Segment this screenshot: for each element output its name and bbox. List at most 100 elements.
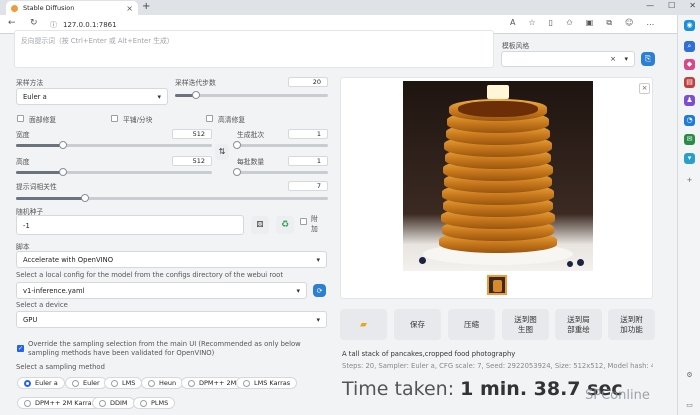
- negative-prompt-input[interactable]: 反向提示词（按 Ctrl+Enter 或 Alt+Enter 生成）: [14, 30, 494, 68]
- shopping-icon[interactable]: ◆: [684, 59, 695, 70]
- minimize-icon[interactable]: —: [646, 1, 654, 10]
- hires-checkbox[interactable]: [206, 115, 213, 122]
- sampler-label: 采样方法: [16, 79, 44, 87]
- microsoft365-icon[interactable]: ◔: [684, 115, 695, 126]
- cfg-slider[interactable]: [16, 194, 328, 202]
- extra-seed-checkbox[interactable]: [300, 218, 307, 225]
- search-icon[interactable]: ⌕: [684, 41, 695, 52]
- info-icon[interactable]: ⓘ: [50, 20, 57, 30]
- favorites-icon[interactable]: ✩: [566, 18, 573, 28]
- drop-icon[interactable]: ▾: [684, 153, 695, 164]
- tab-title: Stable Diffusion: [23, 4, 75, 12]
- thumbnail[interactable]: [487, 275, 507, 295]
- chevron-down-icon: ▾: [624, 55, 628, 63]
- script-value: Accelerate with OpenVINO: [23, 255, 114, 264]
- tiling-label: 平铺/分块: [123, 116, 153, 124]
- seed-value: -1: [23, 222, 30, 230]
- batch-count-label: 生成批次: [237, 131, 265, 139]
- toolbar-icons: A ☆ ▯ ✩ ▣ ⧉ ☺ …: [510, 18, 654, 28]
- sidebar-settings-icon[interactable]: ⚙: [684, 370, 695, 381]
- save-button[interactable]: 保存: [394, 309, 441, 340]
- refresh-config-button[interactable]: ⟳: [313, 284, 326, 297]
- tiling-checkbox[interactable]: [111, 115, 118, 122]
- method-option[interactable]: Euler: [65, 377, 107, 389]
- reload-icon[interactable]: ↻: [30, 18, 38, 28]
- method-option[interactable]: LMS: [104, 377, 143, 389]
- back-icon[interactable]: ←: [8, 18, 16, 28]
- reuse-seed-button[interactable]: ♻: [276, 216, 294, 234]
- tools-icon[interactable]: ▤: [684, 77, 695, 88]
- url-text: 127.0.0.1:7861: [63, 20, 117, 29]
- batch-size-input[interactable]: 1: [288, 156, 328, 166]
- games-icon[interactable]: ♟: [684, 95, 695, 106]
- zip-button[interactable]: 压缩: [448, 309, 495, 340]
- new-tab-button[interactable]: +: [142, 1, 150, 12]
- negative-prompt-placeholder: 反向提示词（按 Ctrl+Enter 或 Alt+Enter 生成）: [21, 37, 174, 45]
- read-aloud-icon[interactable]: A: [510, 18, 515, 28]
- open-folder-button[interactable]: ▰: [340, 309, 387, 340]
- method-option[interactable]: DPM++ 2M Karras: [17, 397, 103, 409]
- width-label: 宽度: [16, 131, 30, 139]
- face-restore-checkbox[interactable]: [17, 115, 24, 122]
- generated-image[interactable]: [403, 81, 593, 271]
- close-window-icon[interactable]: ✕: [689, 1, 696, 10]
- menu-icon[interactable]: …: [646, 18, 654, 28]
- method-option[interactable]: DPM++ 2M: [181, 377, 244, 389]
- profile-icon[interactable]: ☺: [625, 18, 633, 28]
- outlook-icon[interactable]: ✉: [684, 134, 695, 145]
- device-value: GPU: [23, 315, 38, 324]
- batch-size-slider[interactable]: [233, 168, 328, 176]
- maximize-icon[interactable]: ☐: [668, 1, 675, 10]
- style-label: 模板风格: [502, 42, 530, 50]
- hide-sidebar-icon[interactable]: ▭: [684, 400, 695, 411]
- collections-icon[interactable]: ▣: [586, 18, 594, 28]
- clear-icon[interactable]: ×: [610, 55, 616, 63]
- method-option[interactable]: LMS Karras: [236, 377, 298, 389]
- hires-label: 高清修复: [218, 116, 246, 124]
- width-slider[interactable]: [16, 141, 212, 149]
- config-value: v1-inference.yaml: [23, 286, 85, 295]
- apply-style-button[interactable]: ⎘: [641, 52, 655, 66]
- height-input[interactable]: 512: [172, 156, 212, 166]
- random-seed-button[interactable]: ⚄: [251, 216, 269, 234]
- send-to-extras-button[interactable]: 送到附 加功能: [608, 309, 655, 340]
- config-dropdown[interactable]: v1-inference.yaml ▾: [16, 282, 307, 299]
- override-sampling-label: Override the sampling selection from the…: [28, 340, 301, 357]
- close-preview-icon[interactable]: ×: [639, 83, 650, 94]
- batch-count-slider[interactable]: [233, 141, 328, 149]
- folder-icon: ▰: [360, 319, 367, 330]
- method-option[interactable]: DDIM: [92, 397, 135, 409]
- send-to-inpaint-button[interactable]: 送到局 部重绘: [555, 309, 602, 340]
- sampler-dropdown[interactable]: Euler a ▾: [16, 88, 168, 105]
- send-to-img2img-button[interactable]: 送到图 生图: [502, 309, 549, 340]
- height-slider[interactable]: [16, 168, 212, 176]
- method-option[interactable]: Heun: [141, 377, 184, 389]
- swap-dimensions-button[interactable]: ⇅: [215, 144, 229, 160]
- edge-sidebar: ◉ ⌕ ◆ ▤ ♟ ◔ ✉ ▾ + ⚙ ▭: [677, 15, 700, 415]
- batch-count-input[interactable]: 1: [288, 129, 328, 139]
- cfg-label: 提示词相关性: [16, 183, 57, 191]
- close-tab-icon[interactable]: ×: [126, 4, 133, 13]
- method-option[interactable]: PLMS: [133, 397, 176, 409]
- generation-params-text: Steps: 20, Sampler: Euler a, CFG scale: …: [342, 362, 653, 370]
- copilot-icon[interactable]: ◉: [684, 20, 695, 31]
- steps-input[interactable]: 20: [288, 77, 328, 87]
- style-dropdown[interactable]: × ▾: [501, 51, 635, 67]
- chevron-down-icon: ▾: [296, 286, 300, 295]
- chevron-down-icon: ▾: [316, 255, 320, 264]
- device-dropdown[interactable]: GPU ▾: [16, 311, 327, 328]
- script-dropdown[interactable]: Accelerate with OpenVINO ▾: [16, 251, 327, 268]
- seed-input[interactable]: -1: [16, 215, 244, 235]
- config-hint: Select a local config for the model from…: [16, 271, 283, 279]
- method-option[interactable]: Euler a: [17, 377, 65, 389]
- width-input[interactable]: 512: [172, 129, 212, 139]
- steps-slider[interactable]: [175, 91, 328, 99]
- split-screen-icon[interactable]: ▯: [549, 18, 553, 28]
- chevron-down-icon: ▾: [157, 92, 161, 101]
- browser-tab[interactable]: Stable Diffusion ×: [6, 1, 138, 15]
- favorite-star-icon[interactable]: ☆: [528, 18, 535, 28]
- cfg-input[interactable]: 7: [288, 181, 328, 191]
- add-sidebar-icon[interactable]: +: [684, 175, 695, 186]
- override-sampling-checkbox[interactable]: ✓: [17, 345, 24, 352]
- extensions-icon[interactable]: ⧉: [606, 18, 612, 28]
